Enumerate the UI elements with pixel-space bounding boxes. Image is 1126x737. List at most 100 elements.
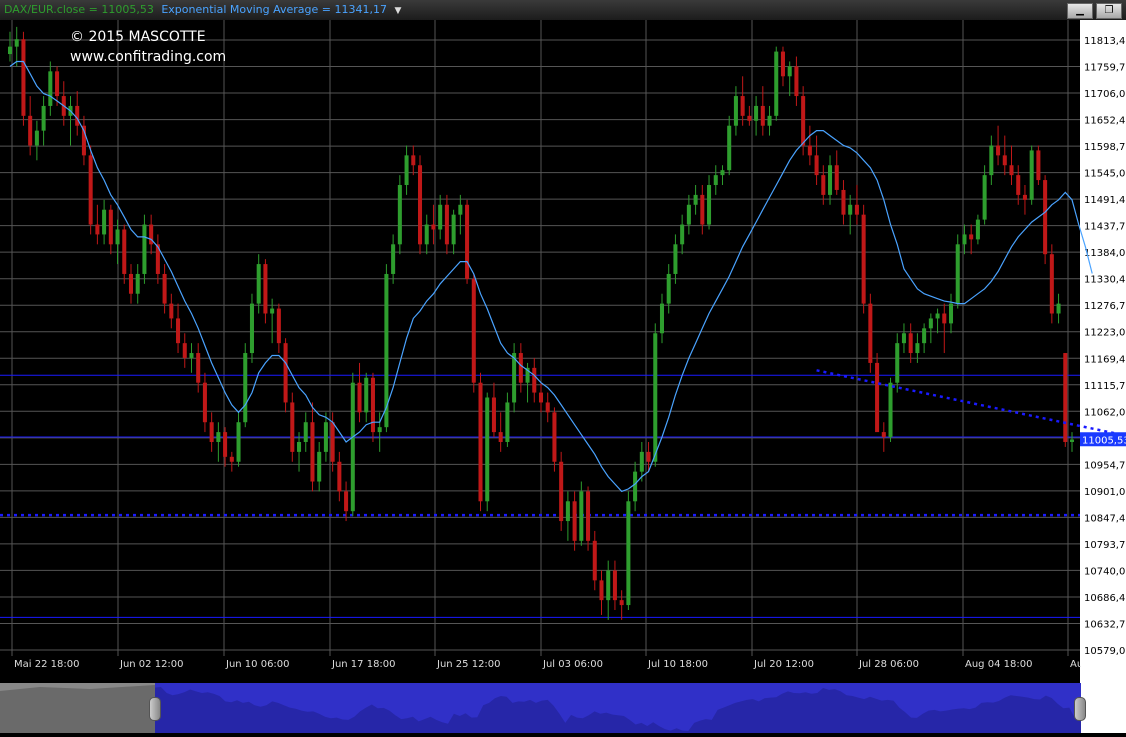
- candle-body: [989, 145, 994, 176]
- candle-body: [700, 194, 705, 225]
- candle-body: [323, 422, 328, 452]
- candle-body: [969, 234, 974, 240]
- candle-body: [693, 194, 698, 205]
- candle-body: [283, 343, 288, 403]
- candle-body: [108, 209, 113, 245]
- candle-body: [680, 224, 685, 245]
- y-tick-label: 11384,09: [1084, 248, 1126, 259]
- candle-body: [747, 115, 752, 121]
- candle-body: [21, 39, 26, 116]
- y-tick-label: 11652,43: [1084, 116, 1126, 127]
- candle-body: [48, 71, 53, 106]
- candle-body: [330, 422, 335, 462]
- candle-body: [559, 461, 564, 522]
- navigator-overview: [0, 683, 1081, 733]
- candle-body: [908, 333, 913, 354]
- candle-body: [834, 165, 839, 190]
- candle-body: [196, 353, 201, 383]
- candle-body: [162, 273, 167, 304]
- candle-body: [337, 461, 342, 492]
- candle-body: [942, 313, 947, 324]
- plot-area: [0, 20, 1080, 656]
- candle-body: [431, 224, 436, 230]
- candle-body: [774, 51, 779, 116]
- candle-body: [538, 392, 544, 403]
- candle-body: [122, 229, 127, 274]
- candle-body: [55, 71, 60, 97]
- x-tick-label: Jul 28 06:00: [858, 659, 919, 670]
- y-tick-label: 10901,09: [1084, 487, 1126, 498]
- candle-body: [646, 451, 651, 462]
- y-tick-label: 10632,76: [1084, 619, 1126, 630]
- candle-body: [465, 204, 470, 279]
- current-price-label: 11005,53: [1082, 435, 1126, 446]
- candle-body: [948, 303, 954, 324]
- candle-body: [75, 105, 80, 126]
- candle-body: [895, 343, 900, 383]
- y-tick-label: 11062,09: [1084, 407, 1126, 418]
- candle-body: [276, 308, 281, 344]
- candle-body: [290, 402, 295, 452]
- candle-body: [653, 333, 658, 462]
- candle-body: [915, 343, 920, 354]
- candle-body: [249, 303, 254, 354]
- candle-body: [854, 204, 859, 215]
- candle-body: [760, 105, 765, 126]
- candle-body: [243, 353, 248, 423]
- legend-dropdown-icon[interactable]: ▼: [394, 6, 401, 16]
- candle-body: [202, 382, 207, 423]
- candle-body: [357, 382, 362, 413]
- corner-blank: [1081, 657, 1126, 733]
- candle-body: [223, 432, 228, 457]
- candle-body: [424, 224, 429, 245]
- symbol-legend-label[interactable]: DAX/EUR.close = 11005,53: [4, 3, 154, 16]
- candle-body: [592, 540, 597, 581]
- candle-body: [787, 66, 792, 77]
- y-tick-label: 11598,76: [1084, 142, 1126, 153]
- candle-body: [922, 328, 927, 344]
- x-tick-label: Jul 03 06:00: [542, 659, 603, 670]
- candle-body: [478, 382, 483, 502]
- candle-body: [828, 165, 833, 195]
- candle-body: [606, 570, 611, 601]
- y-tick-label: 11276,76: [1084, 301, 1126, 312]
- candlestick-chart[interactable]: 11813,43 11759,76 11706,09 11652,43 11598,76…: [0, 20, 1126, 683]
- candle-body: [28, 115, 33, 146]
- candle-body: [1056, 303, 1061, 314]
- candle-body: [727, 125, 732, 171]
- candle-body: [881, 432, 886, 438]
- candle-body: [659, 303, 665, 334]
- ema-legend-label[interactable]: Exponential Moving Average = 11341,17: [161, 3, 387, 16]
- candle-body: [888, 382, 893, 438]
- candle-body: [955, 244, 960, 304]
- restore-button[interactable]: ❐: [1096, 3, 1122, 19]
- time-navigator[interactable]: [0, 683, 1081, 733]
- candle-body: [1009, 165, 1014, 176]
- candle-body: [176, 318, 181, 344]
- candle-body: [733, 96, 738, 126]
- candle-body: [229, 456, 234, 462]
- navigator-left-handle[interactable]: [149, 697, 161, 721]
- navigator-right-handle[interactable]: [1074, 697, 1086, 721]
- candle-body: [377, 427, 382, 433]
- candle-body: [975, 219, 980, 240]
- candle-body: [928, 318, 933, 329]
- candle-body: [868, 303, 873, 363]
- minimize-button[interactable]: ▁: [1067, 3, 1093, 19]
- candle-body: [565, 501, 570, 522]
- candle-body: [518, 353, 523, 383]
- candle-body: [713, 175, 718, 186]
- candle-body: [686, 204, 691, 225]
- candle-body: [807, 145, 812, 156]
- candle-body: [451, 214, 456, 245]
- candle-body: [95, 224, 100, 235]
- watermark-copyright: © 2015 MASCOTTE: [70, 29, 206, 45]
- candle-body: [297, 441, 302, 452]
- candle-body: [350, 382, 355, 512]
- y-tick-label: 11813,43: [1084, 36, 1126, 47]
- candle-body: [720, 170, 725, 176]
- candle-body: [485, 397, 490, 502]
- x-tick-label: Jul 20 12:00: [753, 659, 814, 670]
- x-tick-label: Jun 02 12:00: [119, 659, 184, 670]
- candle-body: [256, 264, 261, 304]
